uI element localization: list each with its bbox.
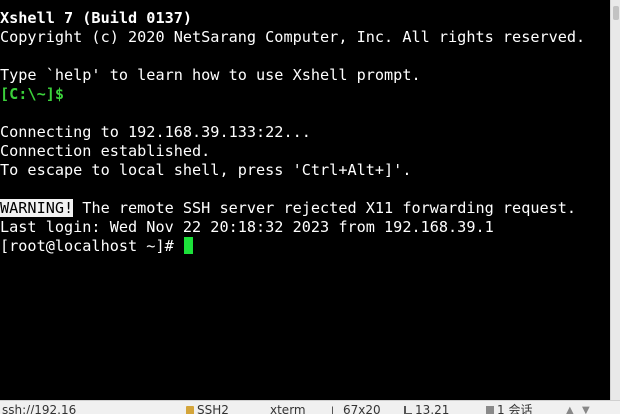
status-cursor-label: 13,21 [415, 403, 450, 414]
terminal-line-help: Type `help' to learn how to use Xshell p… [0, 66, 421, 84]
terminal-line-remote-prompt: [root@localhost ~]# [0, 237, 610, 256]
status-sessions[interactable]: 1 会话 [486, 404, 532, 414]
status-bar: ssh://192.16 SSH2 xterm 67x20 13,21 1 会话… [0, 400, 620, 414]
lock-icon [186, 406, 194, 414]
terminal-local-prompt: [C:\~]$ [0, 85, 65, 103]
cursor-position-icon [404, 406, 412, 414]
session-count-icon [486, 406, 494, 414]
terminal-line-established: Connection established. [0, 142, 211, 160]
terminal-area[interactable]: Xshell 7 (Build 0137) Copyright (c) 2020… [0, 0, 610, 400]
status-size-label: 67x20 [343, 403, 381, 414]
status-protocol: SSH2 [186, 404, 229, 414]
status-cursor-position: 13,21 [404, 404, 449, 414]
arrow-down-icon[interactable]: ▼ [582, 404, 590, 414]
status-session-address: ssh://192.16 [2, 403, 77, 414]
xshell-window: Xshell 7 (Build 0137) Copyright (c) 2020… [0, 0, 620, 414]
terminal-size-icon [332, 406, 340, 414]
terminal-line-warning: WARNING! The remote SSH server rejected … [0, 199, 610, 218]
terminal-line-header-title: Xshell 7 (Build 0137) [0, 9, 193, 27]
terminal-line-copyright: Copyright (c) 2020 NetSarang Computer, I… [0, 28, 586, 46]
status-size: 67x20 [332, 404, 381, 414]
terminal-line-escape-hint: To escape to local shell, press 'Ctrl+Al… [0, 161, 412, 179]
status-sessions-label: 1 会话 [497, 403, 533, 414]
status-terminal-type: xterm [270, 403, 306, 414]
terminal-line-connecting: Connecting to 192.168.39.133:22... [0, 123, 311, 141]
status-protocol-label: SSH2 [197, 403, 229, 414]
arrow-up-icon[interactable]: ▲ [566, 404, 574, 414]
terminal-line-last-login: Last login: Wed Nov 22 20:18:32 2023 fro… [0, 218, 494, 236]
warning-label: WARNING! [0, 199, 74, 217]
remote-prompt: [root@localhost ~]# [0, 237, 183, 255]
vertical-scrollbar[interactable] [610, 0, 620, 400]
scrollbar-thumb[interactable] [613, 6, 619, 20]
terminal-cursor [183, 237, 193, 254]
warning-text: The remote SSH server rejected X11 forwa… [73, 199, 577, 217]
